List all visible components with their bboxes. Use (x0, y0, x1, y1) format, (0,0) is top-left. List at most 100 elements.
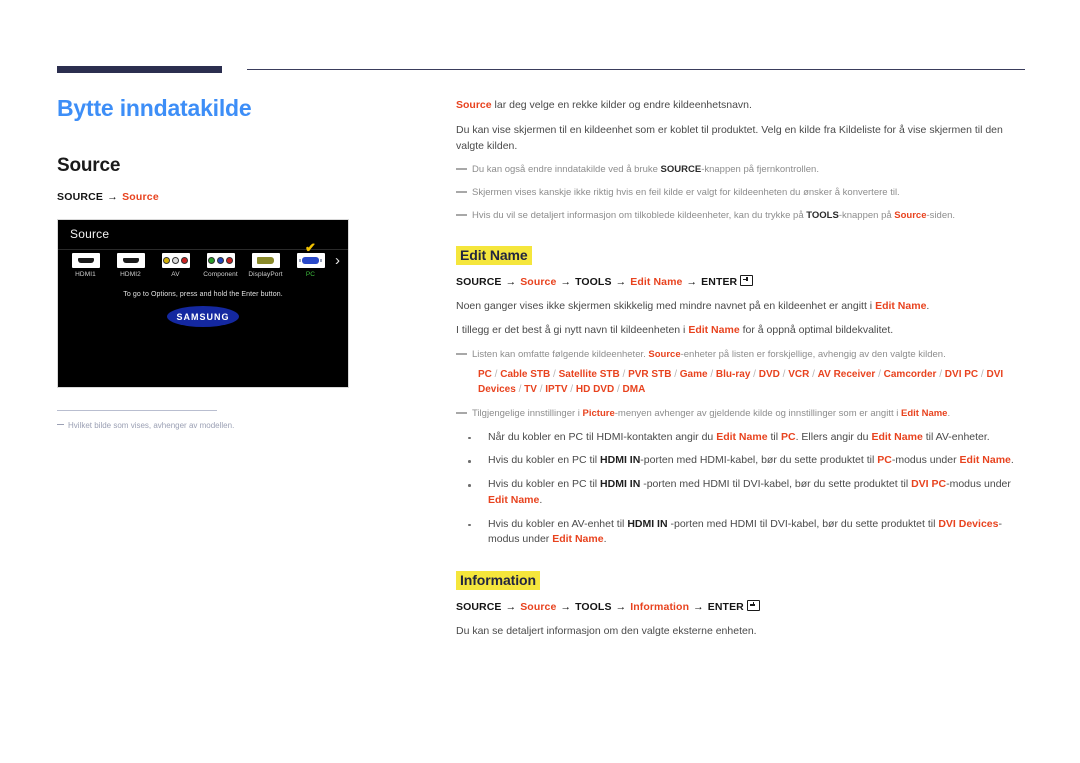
breadcrumb-arrow-icon: → (107, 191, 118, 204)
list-item-text: . (1010, 454, 1014, 467)
list-item-text: Hvis du kobler en AV-enhet til (488, 517, 628, 530)
edit-name-paragraph-2: I tillegg er det best å gi nytt navn til… (456, 323, 1028, 339)
av-rca-icon (161, 253, 190, 269)
term-edit-name: Edit Name (875, 299, 927, 312)
note-1-post: -knappen på fjernkontrollen. (701, 164, 819, 176)
path-tools: TOOLS (575, 275, 612, 288)
path-enter: ENTER (701, 275, 738, 288)
osd-source-component[interactable]: Component (198, 253, 243, 278)
device-item: Cable STB (500, 368, 551, 380)
note-3-bold-tools: TOOLS (806, 209, 839, 221)
osd-source-hdmi2[interactable]: HDMI2 (108, 253, 153, 278)
path-edit-name: Edit Name (630, 275, 683, 288)
list-item: Når du kobler en PC til HDMI-kontakten a… (456, 430, 1028, 446)
en-p2-post: for å oppnå optimal bildekvalitet. (739, 324, 894, 337)
edit-name-paragraph-1: Noen ganger vises ikke skjermen skikkeli… (456, 299, 1028, 315)
path-source-button: SOURCE (456, 601, 502, 614)
path-enter: ENTER (707, 601, 744, 614)
osd-source-label: Component (203, 271, 238, 279)
list-item-text: -porten med HDMI til DVI-kabel, bør du s… (667, 517, 939, 530)
device-item: IPTV (545, 384, 568, 396)
heading-edit-name: Edit Name (456, 245, 532, 265)
note-3-pre: Hvis du vil se detaljert informasjon om … (472, 209, 807, 221)
path-arrow-icon: → (505, 275, 517, 288)
device-item: Satellite STB (558, 368, 620, 380)
list-item-text: -modus under (946, 478, 1011, 491)
emphasis-term: Edit Name (959, 454, 1011, 467)
menu-path-edit-name: SOURCE → Source → TOOLS → Edit Name → EN… (456, 274, 1028, 288)
page-title: Bytte inndatakilde (57, 95, 252, 121)
osd-source-av[interactable]: AV (153, 253, 198, 278)
path-arrow-icon: → (693, 601, 704, 614)
breadcrumb: SOURCE → Source (57, 191, 407, 203)
note-3: Hvis du vil se detaljert informasjon om … (456, 209, 1028, 223)
footnote-rule (57, 410, 217, 412)
device-item: PC (478, 368, 492, 380)
list-item-text: -modus under (891, 454, 960, 467)
device-item: PVR STB (628, 368, 672, 380)
header-rule-thick (57, 66, 222, 73)
bold-term: HDMI IN (600, 478, 641, 491)
hdmi-port-icon (71, 253, 100, 269)
osd-source-hdmi1[interactable]: HDMI1 (63, 253, 108, 278)
osd-source-label: AV (171, 271, 180, 279)
note-1-bold: SOURCE (660, 164, 702, 176)
en-note-pre: Listen kan omfatte følgende kildeenheter… (472, 349, 649, 361)
en-note-post: -enheter på listen er forskjellige, avhe… (680, 349, 946, 361)
emphasis-term: DVI Devices (938, 517, 999, 530)
note-3-term-source: Source (894, 209, 927, 221)
osd-source-label: DisplayPort (248, 271, 283, 279)
list-item-text: -porten med HDMI-kabel, bør du sette pro… (640, 454, 878, 467)
note-2: Skjermen vises kanskje ikke riktig hvis … (456, 186, 1028, 200)
intro-rest: lar deg velge en rekke kilder og endre k… (491, 99, 752, 111)
emphasis-term: PC (780, 430, 796, 443)
vga-port-icon (296, 253, 325, 269)
path-arrow-icon: → (560, 601, 572, 614)
device-item: AV Receiver (817, 368, 876, 380)
bold-term: HDMI IN (600, 454, 641, 467)
component-rca-icon (206, 253, 235, 269)
enter-key-icon (746, 600, 760, 612)
hdmi-port-icon (116, 253, 145, 269)
list-item-text: til AV-enheter. (922, 430, 990, 443)
emphasis-term: Edit Name (716, 430, 768, 443)
information-paragraph: Du kan se detaljert informasjon om den v… (456, 625, 757, 638)
emphasis-term: Edit Name (552, 533, 604, 546)
emphasis-term: Edit Name (871, 430, 923, 443)
note-3-post: -siden. (926, 209, 956, 221)
edit-name-bullet-list: Når du kobler en PC til HDMI-kontakten a… (456, 430, 1028, 549)
intro-paragraph-1: Source lar deg velge en rekke kilder og … (456, 98, 1028, 114)
list-item-text: . Ellers angir du (795, 430, 872, 443)
term-picture: Picture (582, 407, 615, 419)
path-tools: TOOLS (575, 601, 612, 614)
chevron-right-icon[interactable]: › (335, 253, 340, 268)
path-source-menu: Source (520, 601, 557, 614)
picture-menu-note: Tilgjengelige innstillinger i Picture-me… (456, 407, 1028, 421)
note-dash-icon (456, 191, 467, 194)
footnote-text: Hvilket bilde som vises, avhenger av mod… (68, 421, 235, 431)
header-rule-thin (247, 69, 1025, 70)
device-name-list: PC / Cable STB / Satellite STB / PVR STB… (478, 368, 1004, 396)
enter-key-icon (740, 274, 754, 286)
samsung-logo: SAMSUNG (167, 306, 239, 328)
note-dash-icon (456, 353, 467, 356)
osd-source-displayport[interactable]: DisplayPort (243, 253, 288, 278)
right-column: Source lar deg velge en rekke kilder og … (456, 98, 1028, 649)
osd-source-pc[interactable]: ✔ PC (288, 241, 333, 278)
list-item: Hvis du kobler en PC til HDMI IN-porten … (456, 453, 1028, 469)
device-item: TV (524, 384, 537, 396)
pic-note-post: . (947, 407, 951, 419)
list-item-text: Hvis du kobler en PC til (488, 454, 601, 467)
note-dash-icon (456, 411, 467, 414)
term-edit-name: Edit Name (688, 324, 740, 337)
list-item-text: Hvis du kobler en PC til (488, 478, 601, 491)
device-item: Game (679, 368, 708, 380)
list-item-text: . (603, 533, 607, 546)
displayport-icon (251, 253, 280, 269)
path-information: Information (630, 601, 690, 614)
note-dash-icon (57, 424, 64, 426)
list-item: Hvis du kobler en PC til HDMI IN -porten… (456, 477, 1028, 509)
device-item: DMA (622, 384, 646, 396)
list-item-text: Når du kobler en PC til HDMI-kontakten a… (488, 430, 717, 443)
device-item: Blu-ray (715, 368, 751, 380)
